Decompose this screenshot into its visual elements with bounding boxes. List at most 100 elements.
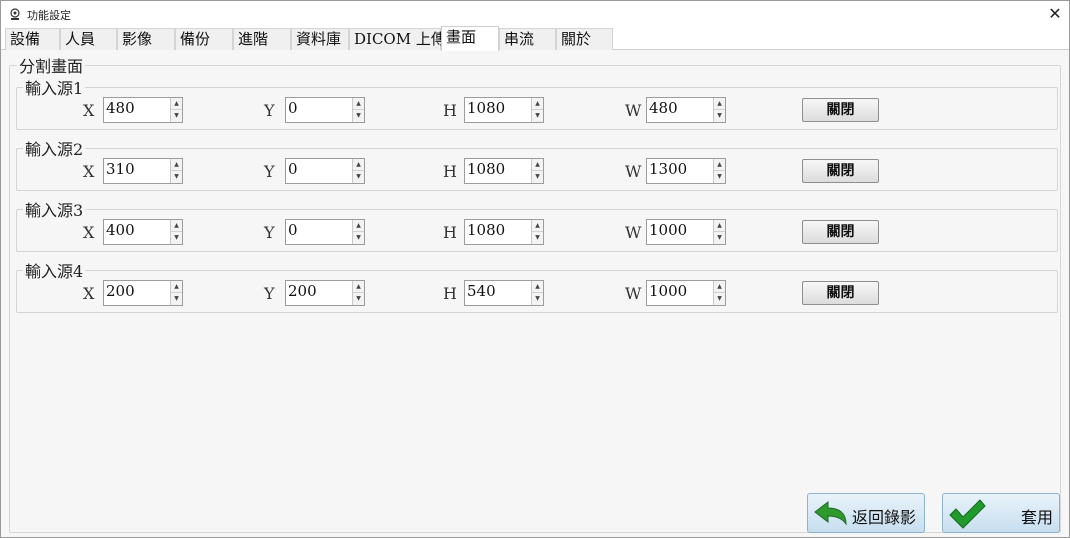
back-to-recording-label: 返回錄影 [852,508,917,527]
source-2-h-value: 1080 [467,160,506,178]
source-2-y-label: Y [264,162,275,181]
spin-up-icon[interactable]: ▲ [171,281,182,293]
source-1-w-input[interactable]: 480 ▲ ▼ [646,97,726,123]
source-3-h-input[interactable]: 1080 ▲ ▼ [464,219,544,245]
source-3-x-value: 400 [106,221,135,239]
spin-down-icon[interactable]: ▼ [353,110,364,122]
close-window-button[interactable]: ✕ [1045,4,1065,24]
spin-down-icon[interactable]: ▼ [171,110,182,122]
spin-up-icon[interactable]: ▲ [714,220,725,232]
source-4-w-value: 1000 [649,282,688,300]
spin-up-icon[interactable]: ▲ [171,98,182,110]
spin-up-icon[interactable]: ▲ [532,281,543,293]
tab-staff[interactable]: 人員 [60,28,117,50]
source-3-close-button[interactable]: 關閉 [802,220,879,244]
spin-buttons: ▲ ▼ [531,281,543,305]
source-1-x-input[interactable]: 480 ▲ ▼ [103,97,183,123]
spin-up-icon[interactable]: ▲ [353,281,364,293]
source-2-x-input[interactable]: 310 ▲ ▼ [103,158,183,184]
spin-buttons: ▲ ▼ [170,220,182,244]
spin-down-icon[interactable]: ▼ [714,110,725,122]
source-1-w-label: W [625,101,642,120]
source-4-y-label: Y [264,284,275,303]
source-3-label: 輸入源3 [23,197,86,221]
source-1-close-button[interactable]: 關閉 [802,98,879,122]
spin-buttons: ▲ ▼ [170,159,182,183]
source-4-w-input[interactable]: 1000 ▲ ▼ [646,280,726,306]
source-2-y-input[interactable]: 0 ▲ ▼ [285,158,365,184]
spin-down-icon[interactable]: ▼ [353,293,364,305]
tab-dicom-upload[interactable]: DICOM 上傳 [349,28,446,50]
spin-buttons: ▲ ▼ [352,220,364,244]
window-title: 功能設定 [27,9,71,22]
back-arrow-icon [814,500,847,526]
source-2-w-value: 1300 [649,160,688,178]
source-4-w-label: W [625,284,642,303]
tab-image[interactable]: 影像 [117,28,175,50]
spin-up-icon[interactable]: ▲ [171,159,182,171]
source-4-y-input[interactable]: 200 ▲ ▼ [285,280,365,306]
source-4-x-value: 200 [106,282,135,300]
source-4-h-label: H [443,284,457,303]
spin-up-icon[interactable]: ▲ [353,159,364,171]
tab-about[interactable]: 關於 [556,28,613,50]
tab-device[interactable]: 設備 [5,28,60,50]
spin-down-icon[interactable]: ▼ [532,110,543,122]
tab-advanced[interactable]: 進階 [233,28,291,50]
back-to-recording-button[interactable]: 返回錄影 [807,493,925,533]
source-2-close-button[interactable]: 關閉 [802,159,879,183]
source-3-y-label: Y [264,223,275,242]
spin-up-icon[interactable]: ▲ [353,98,364,110]
source-3-y-value: 0 [288,221,298,239]
source-2-x-value: 310 [106,160,135,178]
source-2-y-value: 0 [288,160,298,178]
spin-down-icon[interactable]: ▼ [714,232,725,244]
spin-up-icon[interactable]: ▲ [171,220,182,232]
spin-up-icon[interactable]: ▲ [532,98,543,110]
source-1-x-label: X [83,101,95,120]
tab-database[interactable]: 資料庫 [291,28,349,50]
spin-buttons: ▲ ▼ [170,98,182,122]
tab-screen[interactable]: 畫面 [441,26,499,51]
source-2-h-input[interactable]: 1080 ▲ ▼ [464,158,544,184]
source-3-y-input[interactable]: 0 ▲ ▼ [285,219,365,245]
source-3-x-input[interactable]: 400 ▲ ▼ [103,219,183,245]
source-3-w-input[interactable]: 1000 ▲ ▼ [646,219,726,245]
spin-down-icon[interactable]: ▼ [714,293,725,305]
spin-up-icon[interactable]: ▲ [714,159,725,171]
spin-down-icon[interactable]: ▼ [171,171,182,183]
spin-up-icon[interactable]: ▲ [714,281,725,293]
settings-window: 功能設定 ✕ 設備 人員 影像 備份 進階 資料庫 DICOM 上傳 畫面 串流… [0,0,1070,538]
split-screen-legend: 分割畫面 [17,53,86,77]
spin-buttons: ▲ ▼ [713,220,725,244]
source-1-y-input[interactable]: 0 ▲ ▼ [285,97,365,123]
spin-up-icon[interactable]: ▲ [714,98,725,110]
spin-buttons: ▲ ▼ [713,98,725,122]
source-1-x-value: 480 [106,99,135,117]
tab-backup[interactable]: 備份 [175,28,233,50]
tab-streaming[interactable]: 串流 [499,28,556,50]
spin-down-icon[interactable]: ▼ [171,232,182,244]
source-3-x-label: X [83,223,95,242]
spin-down-icon[interactable]: ▼ [353,232,364,244]
source-4-h-input[interactable]: 540 ▲ ▼ [464,280,544,306]
apply-button[interactable]: 套用 [942,493,1060,533]
source-3-h-label: H [443,223,457,242]
spin-down-icon[interactable]: ▼ [532,171,543,183]
spin-down-icon[interactable]: ▼ [353,171,364,183]
source-4-y-value: 200 [288,282,317,300]
source-2-w-input[interactable]: 1300 ▲ ▼ [646,158,726,184]
source-4-close-button[interactable]: 關閉 [802,281,879,305]
spin-down-icon[interactable]: ▼ [714,171,725,183]
spin-up-icon[interactable]: ▲ [532,220,543,232]
source-4-x-input[interactable]: 200 ▲ ▼ [103,280,183,306]
spin-down-icon[interactable]: ▼ [532,232,543,244]
spin-down-icon[interactable]: ▼ [532,293,543,305]
checkmark-icon [949,499,986,529]
source-2-h-label: H [443,162,457,181]
spin-down-icon[interactable]: ▼ [171,293,182,305]
source-1-h-input[interactable]: 1080 ▲ ▼ [464,97,544,123]
spin-up-icon[interactable]: ▲ [532,159,543,171]
spin-buttons: ▲ ▼ [531,98,543,122]
spin-up-icon[interactable]: ▲ [353,220,364,232]
